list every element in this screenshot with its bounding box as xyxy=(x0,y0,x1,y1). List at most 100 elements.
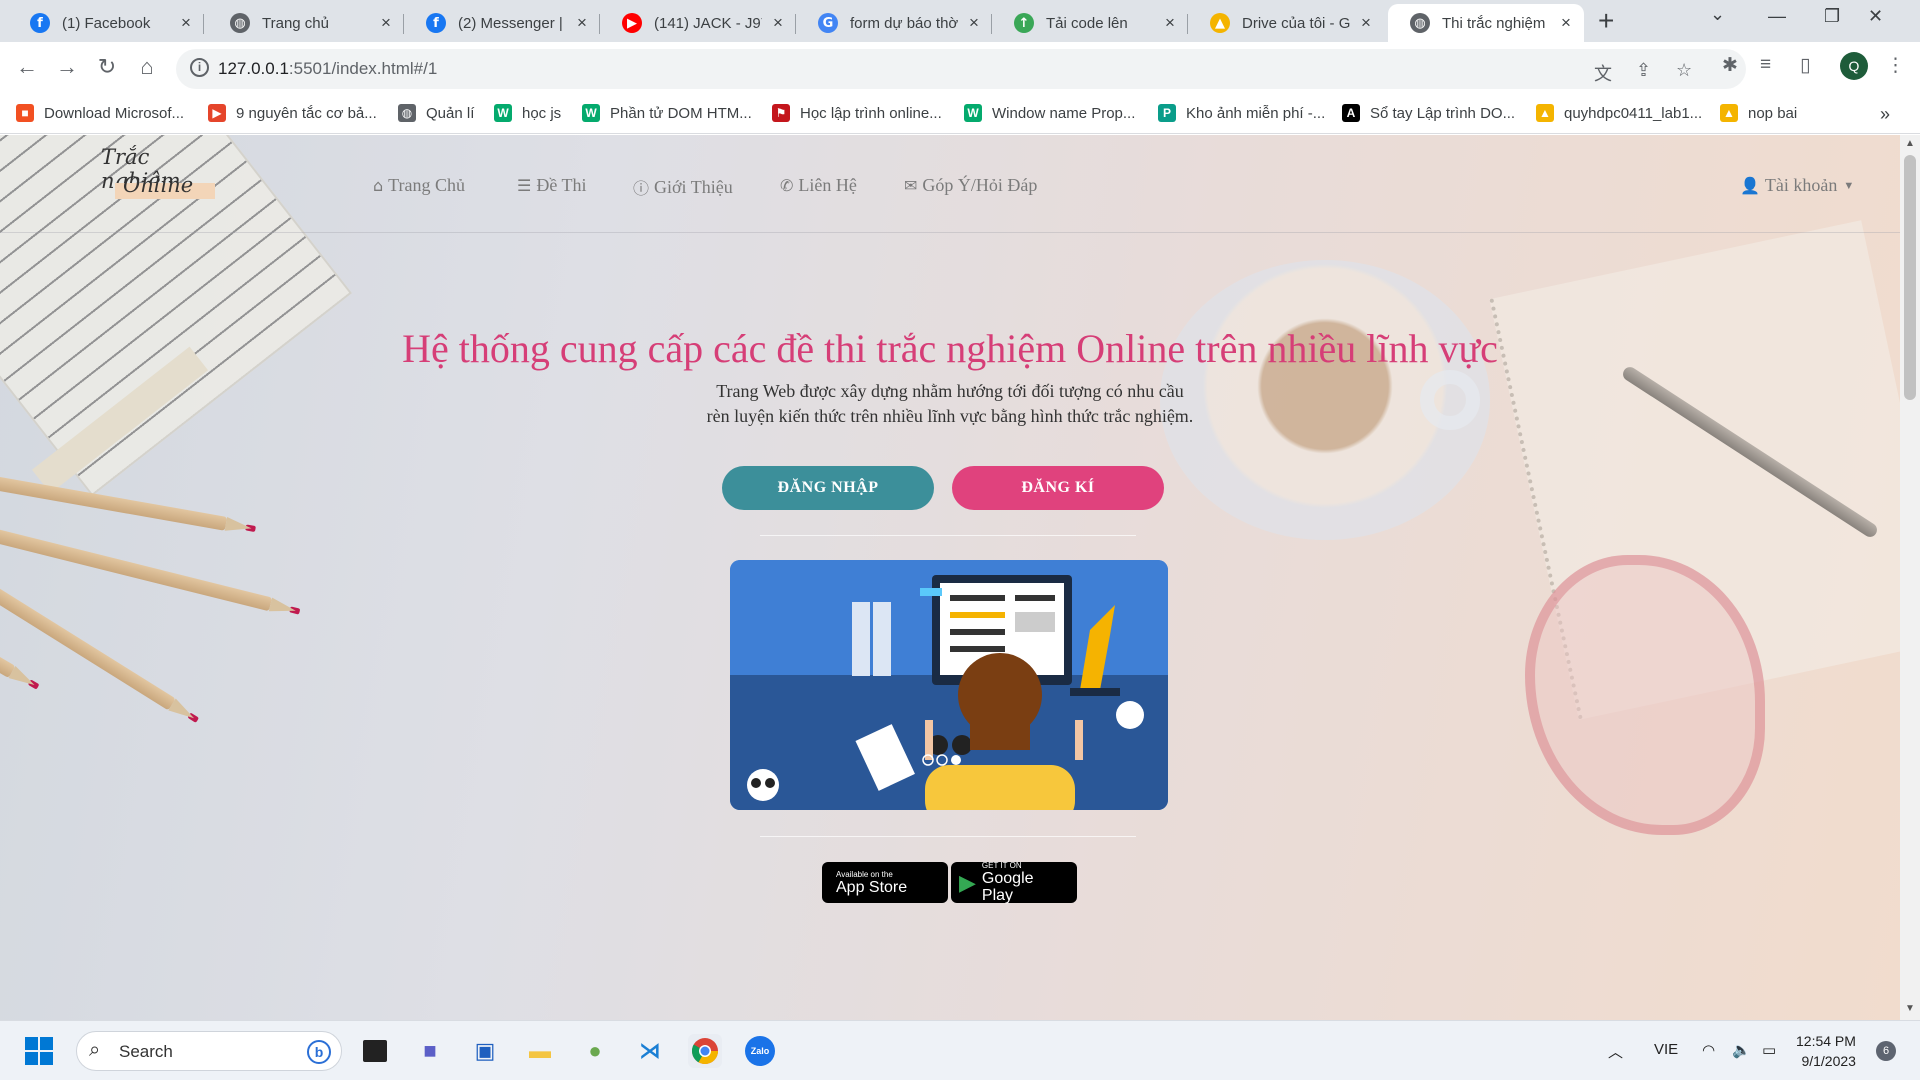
close-icon[interactable]: × xyxy=(1358,13,1374,33)
bookmark-item[interactable]: A Sổ tay Lập trình DO... xyxy=(1342,104,1515,122)
address-bar[interactable]: i 127.0.0.1:5501/index.html#/1 文 ⇪ ☆ xyxy=(176,49,1746,89)
google-play-badge[interactable]: ▶ GET IT ON Google Play xyxy=(951,861,1077,904)
bookmark-item[interactable]: ■ Download Microsof... xyxy=(16,104,184,122)
browser-tab[interactable]: ↑ Tải code lên × xyxy=(992,4,1188,42)
bookmark-item[interactable]: ⚑ Học lập trình online... xyxy=(772,104,942,122)
volume-icon[interactable]: 🔈 xyxy=(1732,1041,1751,1059)
home-icon: ⌂ xyxy=(373,176,384,195)
login-button[interactable]: ĐĂNG NHẬP xyxy=(722,466,934,510)
microsoft-icon: ■ xyxy=(16,104,34,122)
reload-icon[interactable]: ↻ xyxy=(92,54,122,80)
extensions-icon[interactable]: ✱ xyxy=(1722,54,1738,77)
zalo-icon[interactable]: Zalo xyxy=(743,1034,777,1068)
bookmark-star-icon[interactable]: ☆ xyxy=(1676,60,1692,81)
globe-icon: ◍ xyxy=(398,104,416,122)
nav-label: Trang Chủ xyxy=(388,175,466,195)
menu-kebab-icon[interactable]: ⋮ xyxy=(1886,54,1905,77)
language-indicator[interactable]: VIE xyxy=(1654,1041,1678,1058)
google-drive-icon: ▲ xyxy=(1720,104,1738,122)
account-label: Tài khoản xyxy=(1764,175,1838,195)
bookmark-item[interactable]: W Phần tử DOM HTM... xyxy=(582,104,752,122)
close-icon[interactable]: × xyxy=(378,13,394,33)
back-icon[interactable]: ← xyxy=(12,54,42,80)
browser-tab[interactable]: Gform dự báo thời × xyxy=(796,4,992,42)
bookmark-item[interactable]: P Kho ảnh miễn phí -... xyxy=(1158,104,1325,122)
browser-tab[interactable]: f (2) Messenger | Fa × xyxy=(404,4,600,42)
nav-gop-y[interactable]: ✉ Góp Ý/Hỏi Đáp xyxy=(904,175,1037,196)
bookmark-label: Sổ tay Lập trình DO... xyxy=(1370,104,1516,122)
close-window-icon[interactable]: ✕ xyxy=(1868,6,1883,27)
nav-trang-chu[interactable]: ⌂ Trang Chủ xyxy=(373,175,465,196)
browser-tab[interactable]: ▶ (141) JACK - J97 | × xyxy=(600,4,796,42)
close-icon[interactable]: × xyxy=(178,13,194,33)
teams-chat-icon[interactable]: ■ xyxy=(413,1034,447,1068)
page-scrollbar[interactable]: ▲ ▼ xyxy=(1900,135,1920,1020)
close-icon[interactable]: × xyxy=(1162,13,1178,33)
site-logo[interactable]: Trắc nghiệm Online xyxy=(95,143,225,213)
tab-title: Tải code lên xyxy=(1046,14,1128,32)
notification-badge[interactable]: 6 xyxy=(1876,1041,1896,1061)
tab-search-icon[interactable]: ⌄ xyxy=(1710,4,1725,25)
nav-gioi-thieu[interactable]: ⓘ Giới Thiệu xyxy=(633,175,733,199)
bookmark-item[interactable]: ◍ Quản lí xyxy=(398,104,474,122)
maximize-icon[interactable]: ❐ xyxy=(1824,6,1840,27)
close-icon[interactable]: × xyxy=(574,13,590,33)
clock-date: 9/1/2023 xyxy=(1801,1053,1856,1069)
chrome-icon[interactable] xyxy=(688,1034,722,1068)
clock-time: 12:54 PM xyxy=(1796,1033,1856,1049)
youtube-icon: ▶ xyxy=(622,13,642,33)
browser-tab[interactable]: ◍ Thi trắc nghiệm O × xyxy=(1388,4,1584,42)
bookmark-label: học js xyxy=(522,104,562,122)
list-icon: ☰ xyxy=(517,176,532,195)
app-store-big: App Store xyxy=(836,878,908,896)
app-icon[interactable]: ● xyxy=(578,1034,612,1068)
vscode-icon[interactable]: ⋊ xyxy=(633,1034,667,1068)
forward-icon[interactable]: → xyxy=(52,54,82,80)
google-icon: G xyxy=(818,13,838,33)
browser-toolbar: ← → ↻ ⌂ i 127.0.0.1:5501/index.html#/1 文… xyxy=(0,42,1920,96)
profile-avatar[interactable]: Q xyxy=(1840,52,1868,80)
home-icon[interactable]: ⌂ xyxy=(132,54,162,80)
app-store-badge[interactable]: Available on the App Store xyxy=(822,862,948,903)
media-control-icon[interactable]: ≡ xyxy=(1760,54,1771,76)
account-dropdown[interactable]: 👤 Tài khoản ▼ xyxy=(1740,175,1854,196)
register-button[interactable]: ĐĂNG KÍ xyxy=(952,466,1164,510)
nav-lien-he[interactable]: ✆ Liên Hệ xyxy=(780,175,857,196)
bookmark-item[interactable]: Whọc js xyxy=(494,104,561,122)
nav-de-thi[interactable]: ☰ Đề Thi xyxy=(517,175,587,196)
nav-label: Giới Thiệu xyxy=(654,176,733,197)
windows-start-icon[interactable] xyxy=(22,1034,56,1068)
more-bookmarks-icon[interactable]: » xyxy=(1880,104,1890,125)
bookmark-item[interactable]: ▲ nop bai xyxy=(1720,104,1797,122)
taskbar-search[interactable]: ⌕ Search b xyxy=(76,1031,342,1071)
file-explorer-icon[interactable]: ▬ xyxy=(523,1034,557,1068)
battery-icon[interactable]: ▭ xyxy=(1762,1041,1776,1059)
new-tab-button[interactable]: + xyxy=(1598,7,1614,35)
microsoft-store-icon[interactable]: ▣ xyxy=(468,1034,502,1068)
translate-icon[interactable]: 文 xyxy=(1594,60,1612,86)
site-info-icon[interactable]: i xyxy=(190,58,209,77)
close-icon[interactable]: × xyxy=(1558,13,1574,33)
share-icon[interactable]: ⇪ xyxy=(1636,60,1651,81)
close-icon[interactable]: × xyxy=(770,13,786,33)
bookmark-label: Quản lí xyxy=(426,104,475,122)
bookmark-item[interactable]: ▲ quyhdpc0411_lab1... xyxy=(1536,104,1702,122)
show-hidden-icons[interactable]: ︿ xyxy=(1608,1041,1623,1062)
browser-tab[interactable]: ◍ Trang chủ × xyxy=(208,4,404,42)
close-icon[interactable]: × xyxy=(966,13,982,33)
divider xyxy=(760,535,1136,536)
w3schools-icon: W xyxy=(582,104,600,122)
side-panel-icon[interactable]: ▯ xyxy=(1800,54,1810,77)
minimize-icon[interactable]: — xyxy=(1768,6,1786,27)
scroll-down-icon[interactable]: ▼ xyxy=(1905,1003,1915,1014)
bookmark-item[interactable]: W Window name Prop... xyxy=(964,104,1135,122)
wifi-icon[interactable]: ◠ xyxy=(1702,1041,1715,1059)
browser-tab[interactable]: ▲ Drive của tôi - Go × xyxy=(1188,4,1384,42)
browser-tab[interactable]: f (1) Facebook × xyxy=(8,4,204,42)
system-clock[interactable]: 12:54 PM 9/1/2023 xyxy=(1796,1031,1856,1071)
scroll-up-icon[interactable]: ▲ xyxy=(1905,138,1915,149)
bookmark-item[interactable]: ▶ 9 nguyên tắc cơ bả... xyxy=(208,104,377,122)
url-text[interactable]: 127.0.0.1:5501/index.html#/1 xyxy=(218,59,437,79)
task-view-icon[interactable] xyxy=(358,1034,392,1068)
scrollbar-thumb[interactable] xyxy=(1904,155,1916,400)
